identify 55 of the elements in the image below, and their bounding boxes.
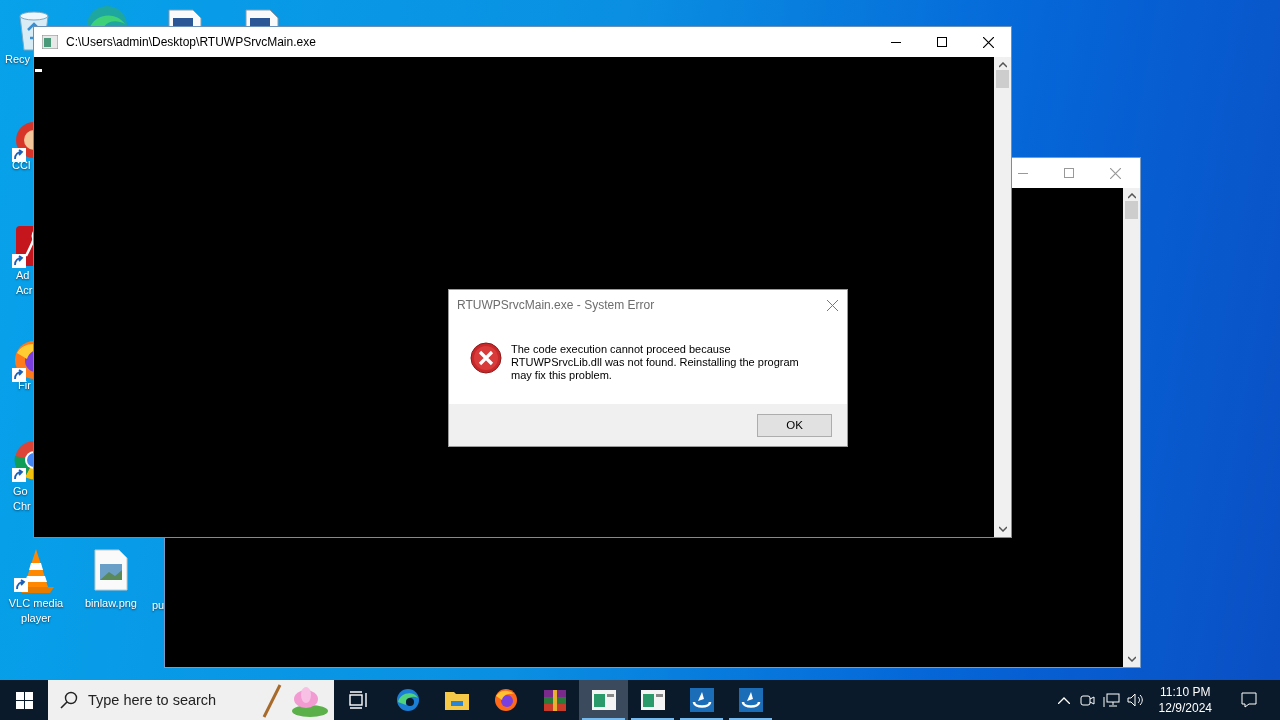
window-icon [640, 690, 665, 710]
minimize-icon [891, 41, 901, 43]
clock-time: 11:10 PM [1160, 684, 1211, 700]
clock-date: 12/9/2024 [1158, 700, 1212, 716]
scrollbar[interactable] [994, 57, 1011, 537]
scroll-down-icon [1127, 656, 1136, 662]
maximize-icon [1064, 168, 1074, 178]
folder-icon [444, 690, 469, 710]
app-icon [689, 688, 714, 712]
window-icon [591, 690, 616, 710]
icon-label: Acr [16, 283, 33, 298]
network-icon [1103, 692, 1121, 708]
chevron-up-icon [1057, 696, 1070, 704]
search-box[interactable]: Type here to search [48, 680, 334, 720]
taskbar-app-button[interactable] [579, 680, 628, 720]
icon-label: binlaw.png [85, 596, 137, 611]
icon-label: Chr [13, 499, 31, 514]
browser-icon [493, 688, 518, 712]
close-icon [982, 36, 994, 48]
windows-logo-icon [15, 691, 33, 709]
maximize-icon [937, 37, 947, 47]
close-icon [1109, 167, 1121, 179]
icon-label: Recy [5, 52, 31, 67]
dialog-title: RTUWPSrvcMain.exe - System Error [457, 298, 656, 312]
icon-label: CCl [12, 158, 31, 173]
browser-icon [395, 688, 420, 712]
icon-label: pu [152, 598, 165, 613]
image-file-icon [93, 548, 129, 592]
close-icon [826, 299, 838, 311]
app-icon [738, 688, 763, 712]
search-field[interactable]: Type here to search [88, 692, 258, 708]
scroll-down-icon [998, 526, 1007, 532]
scroll-thumb[interactable] [996, 70, 1009, 88]
icon-label: Go [13, 484, 28, 499]
window-title: C:\Users\admin\Desktop\RTUWPSrvcMain.exe [66, 35, 317, 49]
speech-bubble-icon [1241, 692, 1257, 708]
error-icon [470, 342, 502, 374]
error-message: The code execution cannot proceed because RTUWPSrvcLib.dll was not found. Reinstalling the program may fix this problem. [511, 343, 800, 382]
search-icon [60, 691, 78, 709]
text-cursor [35, 69, 42, 72]
volume-icon [1127, 693, 1145, 707]
scroll-up-icon [998, 62, 1007, 68]
icon-label: player [21, 611, 51, 626]
task-view-icon [348, 691, 369, 709]
camera-icon [1080, 693, 1096, 707]
scrollbar[interactable] [1123, 188, 1140, 667]
archive-icon [542, 688, 567, 712]
console-window-icon [42, 35, 58, 49]
ok-button[interactable]: OK [757, 413, 832, 437]
minimize-icon [1018, 172, 1028, 174]
icon-label: VLC media [8, 596, 64, 611]
scroll-up-icon [1127, 193, 1136, 199]
icon-label: Ad [16, 268, 30, 283]
icon-label: Fir [18, 378, 31, 393]
scroll-thumb[interactable] [1125, 201, 1138, 219]
